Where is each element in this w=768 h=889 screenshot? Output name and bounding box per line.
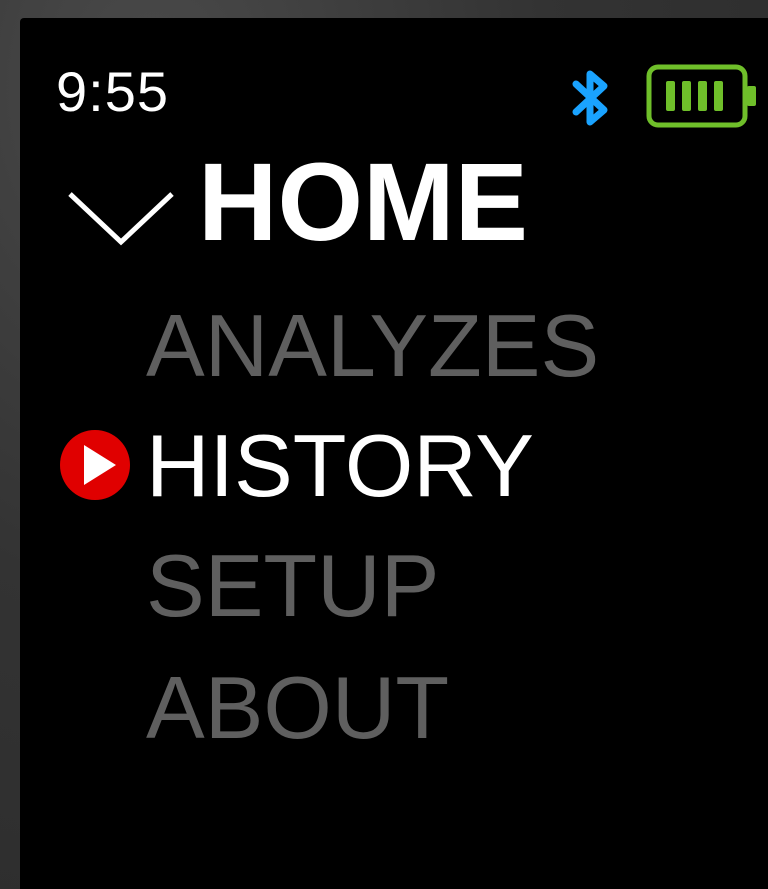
chevron-down-icon[interactable]	[66, 188, 176, 250]
device-screen: 9:55 HOME ANALYZES HISTORY SETUP ABOUT	[20, 18, 768, 889]
menu-title: HOME	[198, 141, 528, 264]
menu-item-setup[interactable]: SETUP	[146, 536, 439, 636]
menu-item-history[interactable]: HISTORY	[146, 416, 534, 516]
play-icon	[60, 430, 130, 500]
menu-item-about[interactable]: ABOUT	[146, 658, 449, 758]
menu-item-analyzes[interactable]: ANALYZES	[146, 296, 599, 396]
bluetooth-icon	[572, 70, 608, 126]
battery-full-icon	[646, 64, 756, 128]
clock-time: 9:55	[56, 60, 169, 123]
